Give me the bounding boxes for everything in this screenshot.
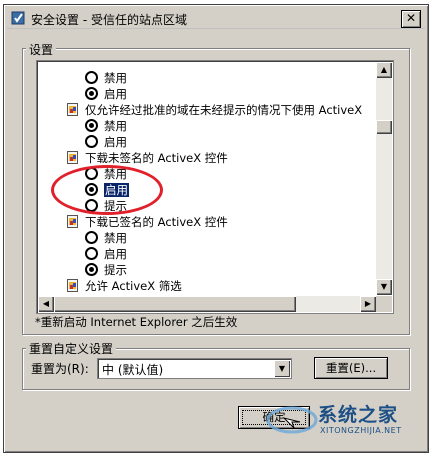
scroll-left-button[interactable]: ◀	[38, 296, 54, 312]
setting-icon	[67, 279, 78, 292]
settings-group-label: 设置	[26, 41, 57, 58]
radio-label: 禁用	[104, 71, 127, 85]
close-button[interactable]: ✕	[401, 10, 421, 28]
scroll-corner	[376, 296, 392, 312]
radio-label: 启用	[104, 87, 127, 101]
radio-label: 启用	[104, 247, 127, 261]
vertical-scrollbar[interactable]: ▲ ▼	[376, 62, 392, 295]
setting-heading: 仅允许经过批准的域在未经提示的情况下使用 ActiveX	[67, 102, 362, 118]
radio-label: 启用	[104, 135, 127, 149]
radio-option[interactable]: 启用	[85, 246, 127, 262]
radio-unchecked-icon[interactable]	[85, 247, 98, 260]
radio-option[interactable]: 提示	[85, 262, 127, 278]
setting-heading: 下载未签名的 ActiveX 控件	[67, 150, 228, 166]
radio-checked-icon[interactable]	[85, 263, 98, 276]
reset-group-label: 重置自定义设置	[26, 340, 117, 357]
horizontal-scrollbar[interactable]: ◀ ▶	[38, 296, 376, 312]
radio-checked-icon[interactable]	[85, 119, 98, 132]
setting-label: 下载未签名的 ActiveX 控件	[85, 151, 228, 165]
watermark-url: XITONGZHIJIA.NET	[320, 426, 402, 435]
red-annotation-ellipse	[51, 165, 163, 215]
radio-unchecked-icon[interactable]	[85, 231, 98, 244]
radio-option[interactable]: 启用	[85, 134, 127, 150]
radio-label: 禁用	[104, 231, 127, 245]
setting-label: 仅允许经过批准的域在未经提示的情况下使用 ActiveX	[85, 103, 363, 117]
radio-label: 禁用	[104, 119, 127, 133]
security-settings-dialog: 安全设置 - 受信任的站点区域 ✕ 设置 禁用 启用 仅允许经过批准的域在未经提示的…	[3, 4, 429, 453]
setting-label: 下载已签名的 ActiveX 控件	[85, 215, 228, 229]
reset-button[interactable]: 重置(E)...	[314, 357, 388, 379]
scroll-up-button[interactable]: ▲	[376, 62, 392, 78]
close-icon: ✕	[405, 11, 417, 25]
setting-icon	[67, 103, 78, 116]
radio-unchecked-icon[interactable]	[85, 71, 98, 84]
horizontal-scroll-thumb[interactable]	[54, 296, 296, 312]
watermark-title: 系统之家	[318, 404, 399, 426]
radio-option[interactable]: 禁用	[85, 118, 127, 134]
scroll-thumb[interactable]	[376, 120, 392, 134]
setting-heading: 允许 ActiveX 筛选	[67, 278, 182, 294]
reset-level-value: 中 (默认值)	[102, 363, 164, 377]
title-bar[interactable]: 安全设置 - 受信任的站点区域 ✕	[7, 8, 425, 29]
window-title: 安全设置 - 受信任的站点区域	[31, 13, 187, 27]
reset-level-select[interactable]: 中 (默认值) ▼	[97, 358, 292, 379]
scroll-down-button[interactable]: ▼	[376, 279, 392, 295]
setting-heading: 下载已签名的 ActiveX 控件	[67, 214, 228, 230]
radio-option[interactable]: 禁用	[85, 230, 127, 246]
setting-icon	[67, 151, 78, 164]
radio-option[interactable]: 禁用	[85, 70, 127, 86]
chevron-down-icon[interactable]: ▼	[274, 360, 290, 377]
reset-to-label: 重置为(R):	[31, 362, 89, 376]
radio-checked-icon[interactable]	[85, 87, 98, 100]
radio-option[interactable]: 启用	[85, 86, 127, 102]
radio-label: 提示	[104, 263, 127, 277]
radio-unchecked-icon[interactable]	[85, 135, 98, 148]
shield-icon	[11, 11, 25, 25]
setting-icon	[67, 215, 78, 228]
restart-note: *重新启动 Internet Explorer 之后生效	[35, 315, 238, 329]
setting-label: 允许 ActiveX 筛选	[85, 279, 182, 293]
globe-icon	[266, 406, 318, 434]
scroll-right-button[interactable]: ▶	[360, 296, 376, 312]
watermark: 系统之家 XITONGZHIJIA.NET	[262, 398, 422, 440]
